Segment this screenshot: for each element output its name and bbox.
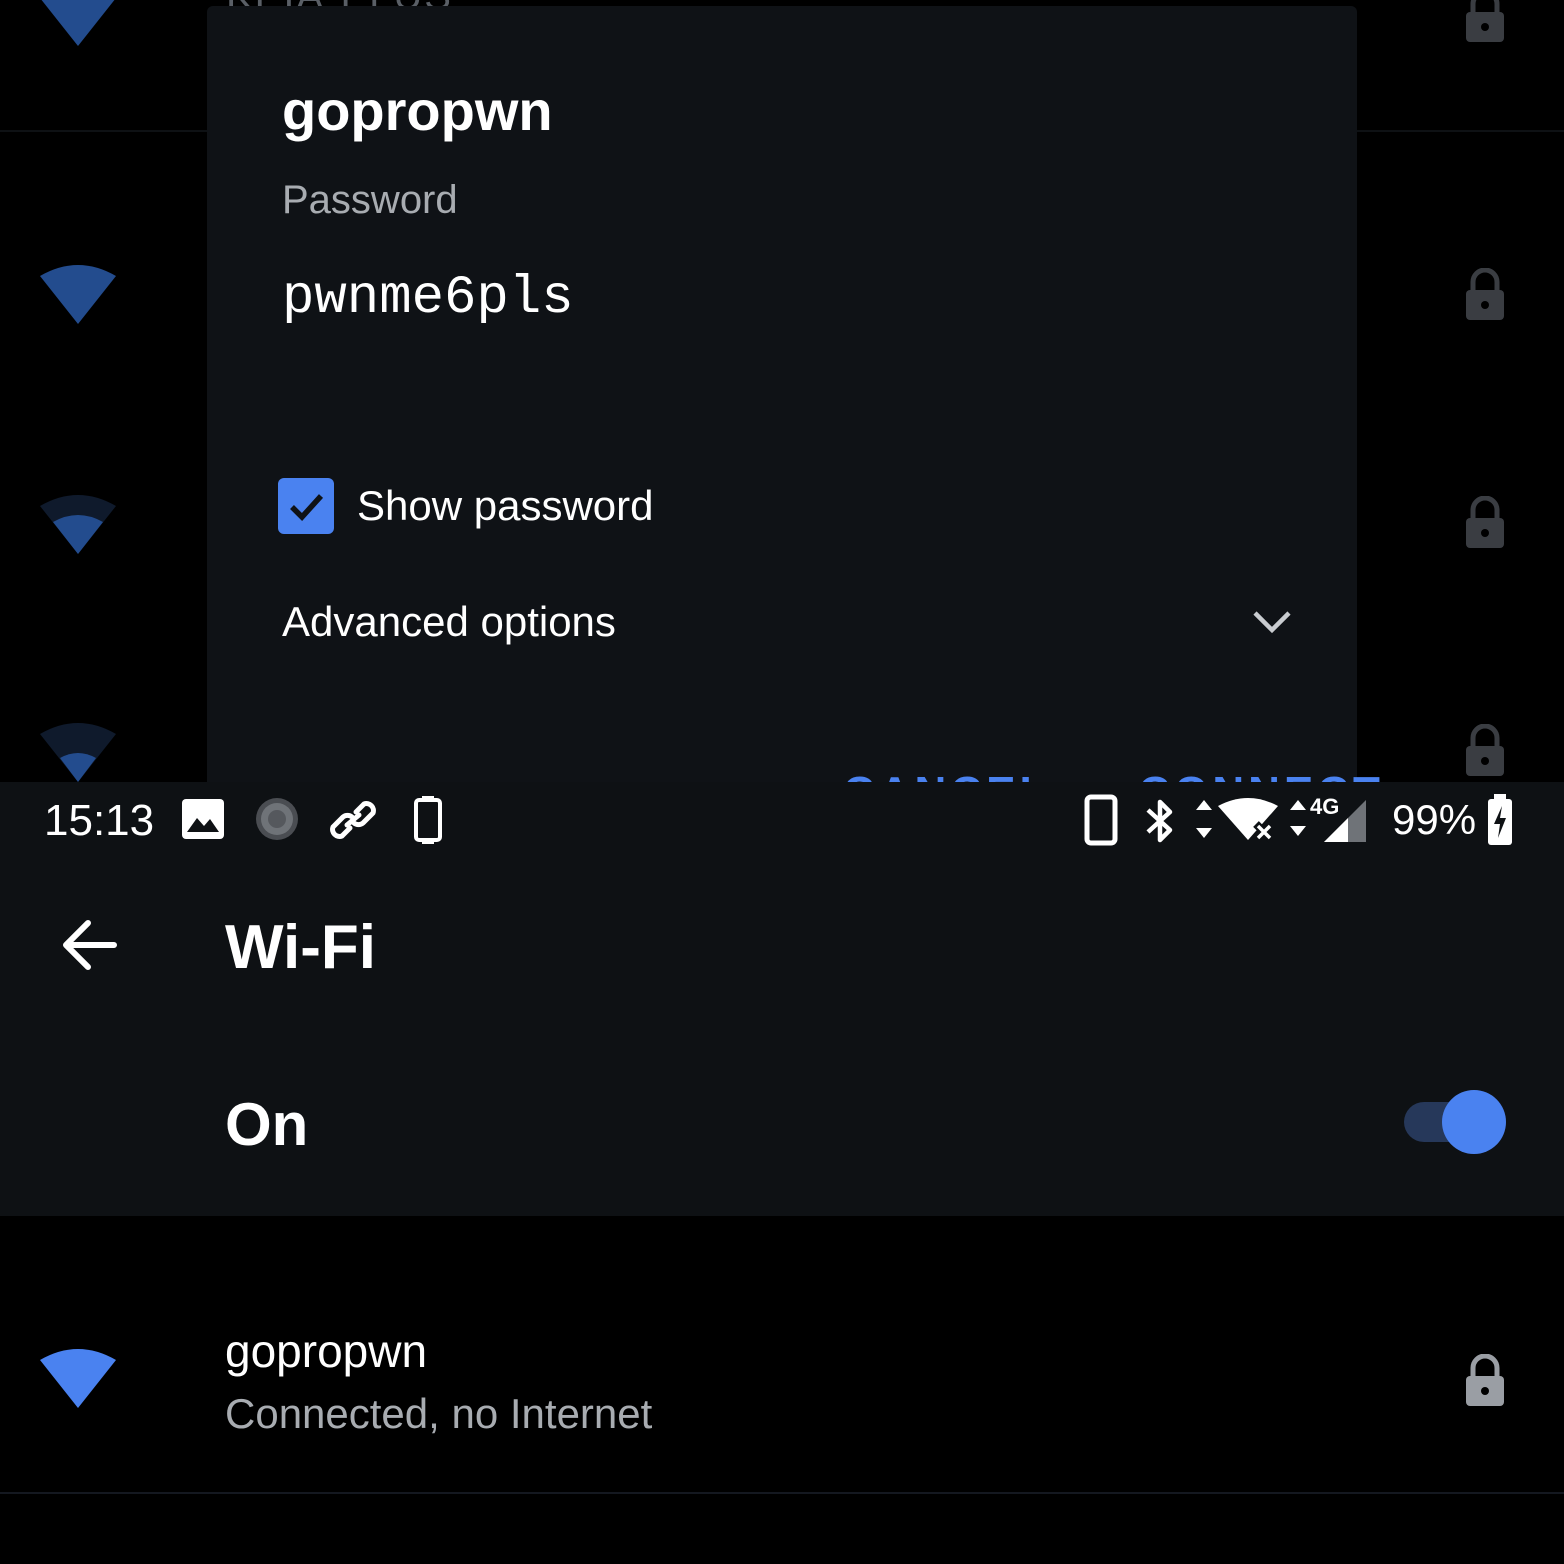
vibrate-icon xyxy=(414,796,442,844)
wifi-signal-full-icon[interactable] xyxy=(38,0,118,48)
advanced-options-row[interactable]: Advanced options xyxy=(282,592,1292,652)
lock-icon xyxy=(1466,268,1504,320)
network-status: Connected, no Internet xyxy=(225,1390,653,1437)
password-field[interactable] xyxy=(282,268,1282,329)
show-password-checkbox[interactable]: Show password xyxy=(278,476,653,536)
network-name: gopropwn xyxy=(225,1325,428,1377)
network-item-connected[interactable]: gopropwn Connected, no Internet xyxy=(0,1318,1564,1458)
lock-icon xyxy=(1466,1354,1504,1406)
loading-circle-icon xyxy=(256,798,298,840)
wifi-toggle-row[interactable]: On xyxy=(0,1032,1564,1216)
wifi-signal-medium-icon[interactable] xyxy=(38,492,118,556)
wifi-connect-dialog: gopropwn Password Show password Advanced… xyxy=(207,6,1380,782)
checkbox-checked[interactable] xyxy=(278,478,334,534)
phone-icon xyxy=(1084,794,1118,846)
connect-button[interactable]: CONNECT xyxy=(1138,768,1384,782)
chevron-down-icon[interactable] xyxy=(1252,609,1292,635)
checkmark-icon xyxy=(290,494,324,521)
wifi-toggle-switch[interactable] xyxy=(1404,1086,1508,1156)
show-password-label: Show password xyxy=(357,482,654,529)
switch-thumb xyxy=(1442,1090,1506,1154)
wifi-signal-weak-icon[interactable] xyxy=(38,720,118,782)
status-time: 15:13 xyxy=(44,796,155,845)
wifi-signal-full-icon xyxy=(40,1349,116,1408)
advanced-options-label: Advanced options xyxy=(282,598,616,645)
image-icon xyxy=(182,799,224,839)
page-title: Wi-Fi xyxy=(225,913,376,982)
battery-percentage: 99% xyxy=(1392,796,1477,843)
app-bar: Wi-Fi xyxy=(0,858,1564,1032)
wifi-list-background: KEIA-PLUS gopropwn Password xyxy=(0,0,1564,782)
lock-icon xyxy=(1466,496,1504,548)
lock-icon xyxy=(1466,0,1504,42)
list-divider xyxy=(0,1492,1564,1494)
wifi-signal-full-icon[interactable] xyxy=(38,262,118,326)
wifi-toggle-label: On xyxy=(225,1091,309,1158)
bluetooth-icon xyxy=(1146,799,1173,843)
battery-charging-icon xyxy=(1488,794,1512,845)
network-type-label: 4G xyxy=(1310,794,1339,819)
dialog-title: gopropwn xyxy=(282,79,553,142)
status-bar: 15:13 4G 99% xyxy=(0,782,1564,858)
back-arrow-icon[interactable] xyxy=(54,910,124,980)
wifi-data-icon xyxy=(1196,798,1278,843)
cellular-signal-icon: 4G xyxy=(1290,794,1366,842)
link-icon xyxy=(330,801,376,839)
password-label: Password xyxy=(282,178,458,222)
cancel-button[interactable]: CANCEL xyxy=(843,768,1050,782)
dialog-actions: CANCEL CONNECT xyxy=(843,768,1384,782)
lock-icon xyxy=(1466,724,1504,776)
